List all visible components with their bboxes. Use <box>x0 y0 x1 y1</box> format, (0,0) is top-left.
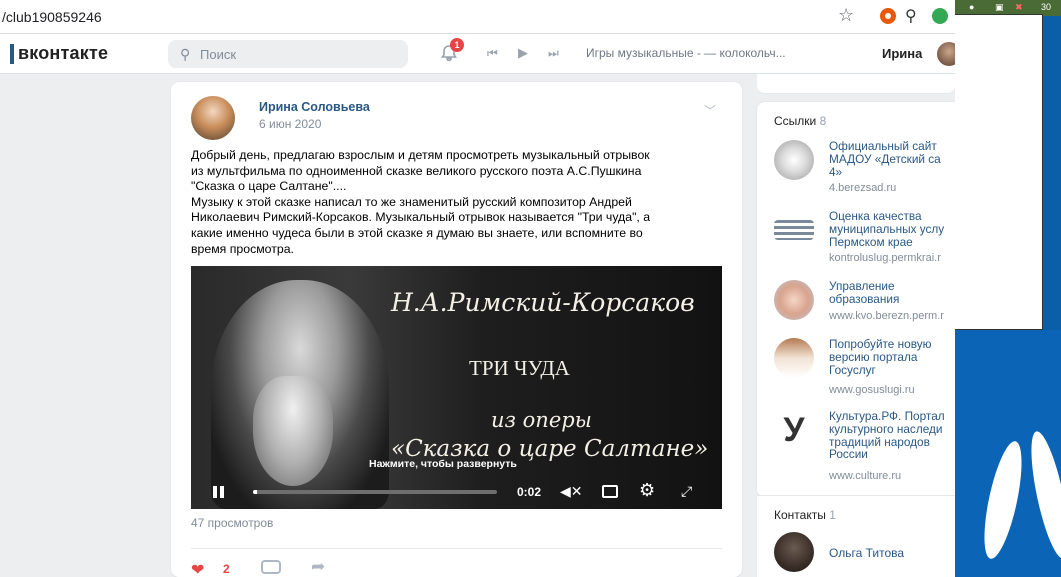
post-date[interactable]: 6 июн 2020 <box>259 117 321 131</box>
wall-post: Ирина Соловьева 6 июн 2020 ﹀ Добрый день… <box>171 82 742 577</box>
pause-icon[interactable] <box>213 486 225 498</box>
search-icon: ⚲ <box>180 46 191 62</box>
contacts-count: 1 <box>829 508 836 522</box>
video-title-name: ТРИ ЧУДА <box>469 356 570 380</box>
tray-clock: 30 <box>1041 2 1052 12</box>
previous-track-icon[interactable]: ⏮ <box>487 46 498 61</box>
post-author[interactable]: Ирина Соловьева <box>259 100 370 114</box>
search-icon[interactable]: ⚲ <box>905 6 917 26</box>
heart-icon[interactable]: ❤ <box>191 560 204 577</box>
link-logo <box>774 140 814 180</box>
video-progress-fill <box>253 490 257 494</box>
tray-icon[interactable]: ✖ <box>1015 2 1023 13</box>
video-progress-bar[interactable] <box>253 490 497 494</box>
video-title-from: из оперы <box>491 408 592 432</box>
post-text-line: какие именно чудеса были в этой сказке я… <box>191 225 643 240</box>
extension-icon[interactable] <box>880 8 896 24</box>
desktop-wallpaper-shape <box>976 438 1030 562</box>
culture-logo-icon: У <box>774 410 814 450</box>
tray-icon[interactable]: ▣ <box>995 2 1004 13</box>
like-count[interactable]: 2 <box>223 562 230 576</box>
video-title-composer: Н.А.Римский-Корсаков <box>391 288 695 317</box>
theater-mode-icon[interactable] <box>602 485 618 498</box>
link-url: www.gosuslugi.ru <box>829 384 915 396</box>
link-title[interactable]: Культура.РФ. Портал культурного наследи … <box>829 410 955 461</box>
link-item[interactable]: Оценка качества муниципальных услу Пермс… <box>774 210 955 282</box>
post-text-line: из мультфильма по одноименной сказке вел… <box>191 163 642 178</box>
next-track-icon[interactable]: ⏭ <box>548 46 559 61</box>
search-placeholder: Поиск <box>200 47 237 62</box>
video-controls: 0:02 ◀✕ ⚙ ⤢ <box>191 477 722 509</box>
desktop-wallpaper-shape <box>1023 428 1061 562</box>
link-url: kontroluslug.permkrai.r <box>829 252 941 264</box>
contacts-header[interactable]: Контакты 1 <box>774 508 836 522</box>
desktop-background-right <box>955 330 1061 577</box>
video-portrait-detail <box>253 376 333 486</box>
post-text: Добрый день, предлагаю взрослым и детям … <box>191 148 731 257</box>
vk-header: вконтакте ⚲ Поиск 1 ⏮ ▶ ⏭ Игры музыкальн… <box>0 34 955 74</box>
tray-icon[interactable]: ● <box>969 2 974 12</box>
post-text-line: время просмотра. <box>191 241 294 256</box>
link-title[interactable]: Управление образования <box>829 280 955 306</box>
contacts-block: Контакты 1 Ольга Титова <box>757 495 955 577</box>
sidebar-top-block <box>757 74 955 94</box>
chevron-down-icon[interactable]: ﹀ <box>704 102 716 119</box>
link-item[interactable]: У Культура.РФ. Портал культурного наслед… <box>774 410 955 482</box>
link-item[interactable]: Попробуйте новую версию портала Госуслуг… <box>774 338 955 410</box>
post-text-line: Музыку к этой сказке написал то же знаме… <box>191 194 632 209</box>
links-block: Ссылки 8 Официальный сайт МАДОУ «Детский… <box>757 102 955 497</box>
link-title[interactable]: Попробуйте новую версию портала Госуслуг <box>829 338 955 377</box>
gear-icon[interactable]: ⚙ <box>639 480 655 501</box>
expand-hint[interactable]: Нажмите, чтобы развернуть <box>369 458 517 470</box>
contacts-header-label: Контакты <box>774 508 826 522</box>
links-header[interactable]: Ссылки 8 <box>774 114 826 128</box>
link-url: 4.berezsad.ru <box>829 182 897 194</box>
profile-icon[interactable] <box>932 8 948 24</box>
vk-logo-icon[interactable] <box>10 44 14 64</box>
fullscreen-icon[interactable]: ⤢ <box>681 483 692 500</box>
link-logo <box>774 220 814 240</box>
link-url: www.kvo.berezn.perm.r <box>829 310 944 322</box>
post-text-line: Николаевич Римский-Корсаков. Музыкальный… <box>191 210 651 225</box>
browser-window: /club190859246 ☆ ⚲ вконтакте ⚲ Поиск 1 ⏮… <box>0 0 955 577</box>
post-text-line: "Сказка о царе Салтане".... <box>191 179 347 194</box>
divider <box>191 548 722 549</box>
avatar[interactable] <box>937 42 955 66</box>
video-time: 0:02 <box>517 485 542 499</box>
view-count: 47 просмотров <box>191 516 274 530</box>
share-icon[interactable]: ➦ <box>311 557 325 577</box>
url-text[interactable]: /club190859246 <box>2 9 102 25</box>
link-logo <box>774 280 814 320</box>
play-icon[interactable]: ▶ <box>518 45 528 61</box>
link-title[interactable]: Оценка качества муниципальных услу Пермс… <box>829 210 955 249</box>
video-player[interactable]: Н.А.Римский-Корсаков ТРИ ЧУДА из оперы «… <box>191 266 722 509</box>
links-count: 8 <box>819 114 827 128</box>
links-header-label: Ссылки <box>774 114 817 128</box>
search-input[interactable]: ⚲ Поиск <box>168 40 408 68</box>
avatar[interactable] <box>774 532 814 572</box>
link-title[interactable]: Официальный сайт МАДОУ «Детский са 4» <box>829 140 955 179</box>
bookmark-star-icon[interactable]: ☆ <box>838 5 854 26</box>
vk-logo[interactable]: вконтакте <box>18 43 108 64</box>
link-logo <box>774 338 814 378</box>
link-item[interactable]: Официальный сайт МАДОУ «Детский са 4» 4.… <box>774 140 955 212</box>
player-track-title[interactable]: Игры музыкальные - — колокольч... <box>586 46 786 60</box>
user-name[interactable]: Ирина <box>882 46 922 61</box>
address-bar[interactable]: /club190859246 ☆ ⚲ <box>0 0 955 34</box>
link-url: www.culture.ru <box>829 470 902 482</box>
notification-badge: 1 <box>450 38 464 52</box>
background-document-window[interactable] <box>955 14 1043 330</box>
mute-icon[interactable]: ◀✕ <box>560 483 583 500</box>
author-avatar[interactable] <box>191 96 235 140</box>
contact-name[interactable]: Ольга Титова <box>829 546 904 560</box>
comment-icon[interactable] <box>261 560 281 574</box>
post-text-line: Добрый день, предлагаю взрослым и детям … <box>191 148 650 162</box>
